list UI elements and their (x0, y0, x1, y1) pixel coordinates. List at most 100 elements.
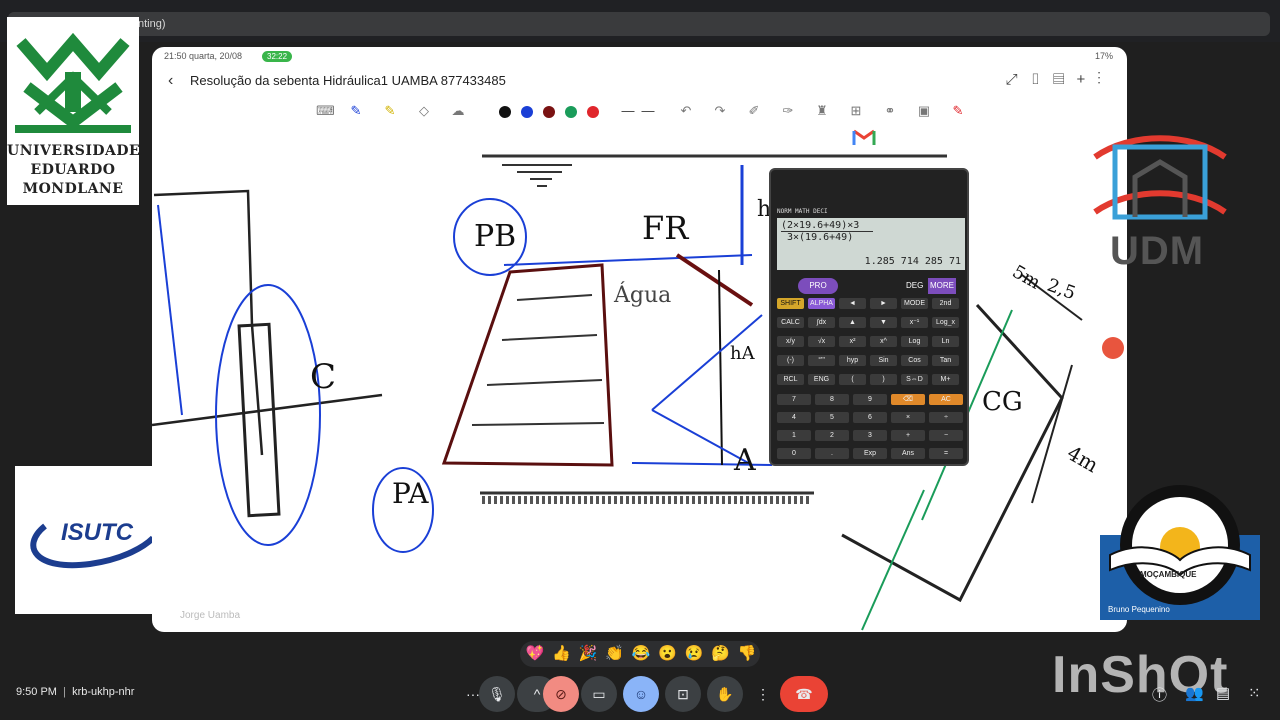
chat-icon[interactable]: ▤ (1216, 684, 1230, 702)
calc-key[interactable]: S⇔D (901, 374, 928, 385)
calc-key[interactable]: x^ (870, 336, 897, 347)
participant-tile[interactable]: MOÇAMBIQUE Bruno Pequenino (1100, 475, 1260, 620)
undo-icon[interactable]: ↶ (678, 103, 694, 119)
calc-key[interactable]: 7 (777, 394, 811, 405)
calc-key[interactable]: 9 (853, 394, 887, 405)
reaction-emoji[interactable]: 😢 (684, 644, 704, 664)
eraser-icon[interactable]: ◇ (416, 103, 432, 119)
calc-key[interactable]: ENG (808, 374, 835, 385)
reaction-emoji[interactable]: 👍 (552, 644, 572, 664)
microphone-icon[interactable]: 🎙 (479, 676, 515, 712)
book-icon[interactable]: ▯ (1030, 71, 1053, 88)
calc-key[interactable]: AC (929, 394, 963, 405)
tab-title[interactable]: nting) (8, 12, 1270, 36)
reaction-emoji[interactable]: 😮 (658, 644, 678, 664)
info-icon[interactable]: ⓘ (1152, 684, 1167, 705)
calc-key[interactable]: ∫dx (808, 317, 835, 328)
calc-key[interactable]: √x (808, 336, 835, 347)
back-icon[interactable]: ‹ (168, 72, 186, 90)
calc-key[interactable]: Sin (870, 355, 897, 366)
calc-key[interactable]: Tan (932, 355, 959, 366)
calc-key[interactable]: x/y (777, 336, 804, 347)
stamp-icon[interactable]: ♜ (814, 103, 830, 119)
calc-key[interactable]: 2 (815, 430, 849, 441)
calc-key[interactable]: ▼ (870, 317, 897, 328)
color-green[interactable] (565, 106, 577, 118)
calc-key[interactable]: 6 (853, 412, 887, 423)
reaction-emoji[interactable]: 🤔 (711, 644, 731, 664)
calc-key[interactable]: . (815, 448, 849, 459)
shape-icon[interactable]: ✑ (780, 103, 796, 119)
keyboard-icon[interactable]: ⌨ (316, 103, 335, 119)
calc-key[interactable]: Log_x (932, 317, 959, 328)
text-icon[interactable]: ⊞ (848, 103, 864, 119)
highlighter-icon[interactable]: ✎ (382, 103, 398, 119)
reaction-emoji[interactable]: 🎉 (578, 644, 598, 664)
raise-hand-icon[interactable]: ✋ (707, 676, 743, 712)
reaction-emoji[interactable]: 👎 (737, 644, 757, 664)
emoji-icon[interactable]: ☺ (623, 676, 659, 712)
reaction-emoji[interactable]: 👏 (605, 644, 625, 664)
calc-key[interactable]: x² (839, 336, 866, 347)
pen-settings-icon[interactable]: ✐ (746, 103, 762, 119)
calc-key[interactable]: 4 (777, 412, 811, 423)
calc-key[interactable]: − (929, 430, 963, 441)
calc-key[interactable]: 5 (815, 412, 849, 423)
expand-icon[interactable]: ⤢ (1006, 71, 1030, 88)
stroke-thin-icon[interactable]: — (640, 103, 656, 119)
calc-key[interactable]: 2nd (932, 298, 959, 309)
captions-icon[interactable]: ▭ (581, 676, 617, 712)
color-red[interactable] (587, 106, 599, 118)
people-icon[interactable]: 👥 (1185, 684, 1204, 702)
calc-key[interactable]: 0 (777, 448, 811, 459)
leave-call-button[interactable]: ☎ (780, 676, 828, 712)
calc-pro-button[interactable]: PRO (798, 278, 838, 294)
reaction-emoji[interactable]: 😂 (631, 644, 651, 664)
calc-key[interactable]: MODE (901, 298, 928, 309)
calc-key[interactable]: ◄ (839, 298, 866, 309)
calc-key[interactable]: Exp (853, 448, 887, 459)
calc-key[interactable]: x⁻¹ (901, 317, 928, 328)
calc-deg-label[interactable]: DEG (906, 278, 928, 294)
add-icon[interactable]: + (1076, 71, 1097, 88)
calc-key[interactable]: ► (870, 298, 897, 309)
calc-key[interactable]: SHIFT (777, 298, 804, 309)
calc-key[interactable]: + (891, 430, 925, 441)
calc-key[interactable]: hyp (839, 355, 866, 366)
redo-icon[interactable]: ↷ (712, 103, 728, 119)
calc-key[interactable]: ▲ (839, 317, 866, 328)
pages-icon[interactable]: ▤ (1053, 71, 1076, 88)
calc-key[interactable]: 3 (853, 430, 887, 441)
present-icon[interactable]: ⊡ (665, 676, 701, 712)
stroke-thick-icon[interactable]: — (620, 103, 636, 119)
color-blue[interactable] (521, 106, 533, 118)
calc-key[interactable]: 8 (815, 394, 849, 405)
calc-key[interactable]: × (891, 412, 925, 423)
gmail-icon[interactable] (852, 128, 876, 146)
calc-key[interactable]: ALPHA (808, 298, 835, 309)
calc-key[interactable]: Ln (932, 336, 959, 347)
laser-pen-icon[interactable]: ✎ (950, 103, 966, 119)
image-icon[interactable]: ▣ (916, 103, 932, 119)
calc-more-button[interactable]: MORE (928, 278, 956, 294)
calc-key[interactable]: °'" (808, 355, 835, 366)
calc-key[interactable]: RCL (777, 374, 804, 385)
camera-off-icon[interactable]: ⊘ (543, 676, 579, 712)
activities-icon[interactable]: ⁙ (1248, 684, 1261, 702)
reaction-emoji[interactable]: 💖 (525, 644, 545, 664)
calc-key[interactable]: = (929, 448, 963, 459)
color-darkred[interactable] (543, 106, 555, 118)
calc-key[interactable]: Log (901, 336, 928, 347)
calc-key[interactable]: (-) (777, 355, 804, 366)
calc-key[interactable]: Ans (891, 448, 925, 459)
calc-key[interactable]: ( (839, 374, 866, 385)
pen-icon[interactable]: ✎ (348, 103, 364, 119)
calc-key[interactable]: ) (870, 374, 897, 385)
calc-key[interactable]: ÷ (929, 412, 963, 423)
calc-key[interactable]: M+ (932, 374, 959, 385)
more-icon[interactable]: ⋮ (1097, 71, 1113, 88)
color-black[interactable] (499, 106, 511, 118)
calc-key[interactable]: CALC (777, 317, 804, 328)
calc-key[interactable]: Cos (901, 355, 928, 366)
more-options-icon[interactable]: ⋮ (745, 676, 781, 712)
